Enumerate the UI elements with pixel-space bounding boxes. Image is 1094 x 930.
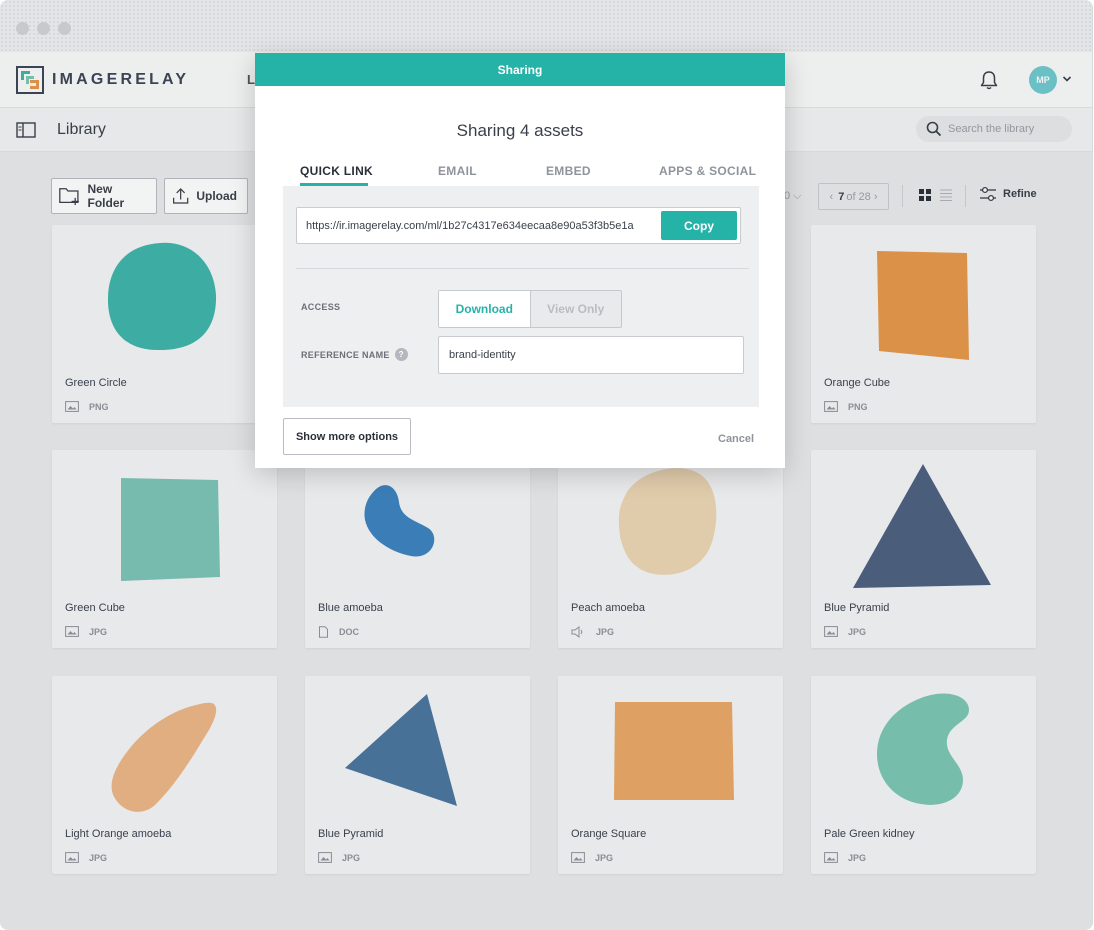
reference-name-label: REFERENCE NAME ?	[301, 348, 408, 361]
share-link-field[interactable]: https://ir.imagerelay.com/ml/1b27c4317e6…	[296, 207, 741, 244]
quick-link-panel: https://ir.imagerelay.com/ml/1b27c4317e6…	[283, 186, 759, 407]
cancel-button[interactable]: Cancel	[718, 433, 754, 445]
window-zoom-button[interactable]	[58, 22, 71, 35]
access-label: ACCESS	[301, 302, 340, 312]
window-close-button[interactable]	[16, 22, 29, 35]
tab-quick-link[interactable]: QUICK LINK	[300, 164, 373, 178]
access-label-text: ACCESS	[301, 302, 341, 312]
tab-email[interactable]: EMAIL	[438, 164, 477, 178]
panel-divider	[296, 268, 749, 269]
access-download-option[interactable]: Download	[439, 291, 531, 327]
tab-apps-social[interactable]: APPS & SOCIAL	[659, 164, 756, 178]
help-icon[interactable]: ?	[394, 348, 408, 361]
access-toggle[interactable]: Download View Only	[438, 290, 622, 328]
reference-name-text: REFERENCE NAME	[301, 349, 390, 360]
sharing-dialog: Sharing Sharing 4 assets QUICK LINK EMAI…	[255, 53, 785, 468]
window-minimize-button[interactable]	[37, 22, 50, 35]
dialog-title: Sharing 4 assets	[456, 121, 584, 140]
share-link-url[interactable]: https://ir.imagerelay.com/ml/1b27c4317e6…	[306, 220, 634, 232]
access-view-only-option[interactable]: View Only	[531, 291, 622, 327]
app-window: IMAGERELAY L MP Library Search the libra…	[0, 0, 1093, 930]
window-titlebar	[0, 0, 1092, 52]
show-more-options-button[interactable]: Show more options	[283, 418, 411, 455]
reference-name-input[interactable]: brand-identity	[438, 336, 744, 374]
copy-button[interactable]: Copy	[661, 211, 737, 240]
dialog-header: Sharing	[255, 53, 785, 86]
tab-embed[interactable]: EMBED	[546, 164, 591, 178]
